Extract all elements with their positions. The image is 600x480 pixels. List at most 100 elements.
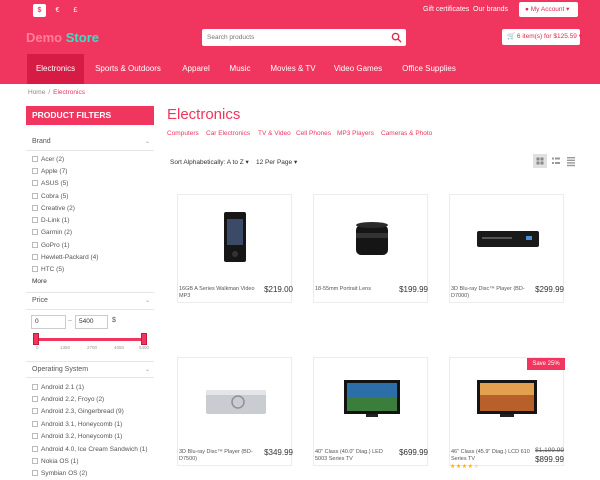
brand-checkbox[interactable]: D-Link (1): [32, 217, 70, 224]
chevron-down-icon[interactable]: ⌄: [145, 297, 150, 304]
breadcrumb: Home / Electronics: [28, 89, 85, 96]
breadcrumb-home[interactable]: Home: [28, 89, 45, 96]
brand-checkbox[interactable]: GoPro (1): [32, 242, 70, 249]
more-brands-link[interactable]: More: [32, 278, 47, 285]
brand-checkbox[interactable]: HTC (5): [32, 266, 64, 273]
os-checkbox[interactable]: Android 4.0, Ice Cream Sandwich (1): [32, 446, 148, 453]
nav-video-games[interactable]: Video Games: [328, 54, 388, 84]
currency-usd[interactable]: $: [33, 4, 46, 17]
logo-part2: Store: [65, 30, 99, 45]
currency-eur[interactable]: €: [51, 4, 64, 17]
price-max-input[interactable]: 5400: [75, 315, 108, 329]
breadcrumb-current: Electronics: [53, 89, 85, 96]
price-min-input[interactable]: 0: [31, 315, 66, 329]
os-checkbox[interactable]: Android 2.3, Gingerbread (9): [32, 408, 124, 415]
price-currency: $: [112, 317, 116, 324]
account-dropdown[interactable]: ● My Account ▾: [519, 2, 578, 17]
nav-music[interactable]: Music: [224, 54, 256, 84]
chevron-down-icon: ▾: [578, 33, 582, 40]
slider-tick: 1350: [60, 345, 71, 350]
brand-checkbox[interactable]: Apple (7): [32, 168, 67, 175]
os-checkbox[interactable]: Symbian OS (2): [32, 470, 87, 477]
os-checkbox[interactable]: Android 2.2, Froyo (2): [32, 396, 104, 403]
caret-down-icon: ▾: [245, 159, 249, 166]
subcategory-cameras-photo[interactable]: Cameras & Photo: [381, 130, 432, 137]
per-page-dropdown[interactable]: 12 Per Page ▾: [256, 158, 297, 166]
os-checkbox[interactable]: Android 3.1, Honeycomb (1): [32, 421, 122, 428]
cart-button[interactable]: 🛒 6 item(s) for $125.59 ▾: [502, 29, 582, 45]
brand-filter-title[interactable]: Brand: [32, 138, 51, 145]
nav-electronics[interactable]: Electronics: [27, 54, 84, 84]
search-icon[interactable]: [391, 32, 402, 43]
nav-movies-tv[interactable]: Movies & TV: [265, 54, 321, 84]
product-price: $349.99: [264, 448, 293, 457]
divider: [26, 150, 154, 151]
category-nav: Electronics Sports & Outdoors Apparel Mu…: [0, 54, 600, 84]
brand-checkbox[interactable]: Creative (2): [32, 205, 75, 212]
price-filter-title[interactable]: Price: [32, 297, 48, 304]
user-icon: ●: [525, 6, 529, 13]
brand-checkbox[interactable]: Cobra (5): [32, 193, 68, 200]
currency-gbp[interactable]: £: [69, 4, 82, 17]
price-dash: –: [68, 317, 72, 324]
nav-apparel[interactable]: Apparel: [176, 54, 216, 84]
subcategory-mp3-players[interactable]: MP3 Players: [337, 130, 374, 137]
grid-view-icon[interactable]: [533, 154, 547, 168]
product-old-price: $1,199.99: [535, 447, 564, 454]
page-title: Electronics: [167, 106, 241, 123]
sort-label: Sort Alphabetically: A to Z: [170, 159, 244, 166]
os-checkbox[interactable]: Android 2.1 (1): [32, 384, 84, 391]
nav-office-supplies[interactable]: Office Supplies: [396, 54, 462, 84]
per-page-label: 12 Per Page: [256, 159, 293, 166]
brand-checkbox[interactable]: Acer (2): [32, 156, 64, 163]
nav-sports-outdoors[interactable]: Sports & Outdoors: [90, 54, 166, 84]
chevron-down-icon[interactable]: ⌄: [145, 366, 150, 373]
os-filter-title[interactable]: Operating System: [32, 366, 88, 373]
our-brands-link[interactable]: Our brands: [473, 6, 508, 13]
product-price: $899.99: [535, 455, 564, 464]
price-slider-track[interactable]: [36, 338, 145, 341]
breadcrumb-separator: /: [48, 89, 51, 96]
chevron-down-icon: ▾: [566, 6, 570, 13]
product-image-lens[interactable]: [352, 219, 392, 259]
subcategory-computers[interactable]: Computers: [167, 130, 199, 137]
price-slider-min-handle[interactable]: [33, 333, 39, 345]
slider-tick: 5400: [139, 345, 150, 350]
divider: [26, 292, 154, 293]
sort-dropdown[interactable]: Sort Alphabetically: A to Z ▾: [170, 158, 249, 166]
divider: [26, 361, 154, 362]
filters-title: PRODUCT FILTERS: [26, 106, 154, 125]
cart-summary: 6 item(s) for $125.59: [516, 33, 577, 40]
divider: [26, 309, 154, 310]
product-image-led-tv[interactable]: [342, 378, 402, 422]
star-empty-icon: ★: [473, 464, 480, 470]
brand-checkbox[interactable]: Hewlett-Packard (4): [32, 254, 98, 261]
caret-down-icon: ▾: [293, 159, 298, 166]
os-checkbox[interactable]: Android 3.2, Honeycomb (1): [32, 433, 122, 440]
brand-checkbox[interactable]: Garmin (2): [32, 229, 72, 236]
rating-stars: ★★★★★: [450, 463, 479, 470]
brand-checkbox[interactable]: ASUS (5): [32, 180, 68, 187]
discount-badge: Save 25%: [527, 358, 565, 370]
subcategory-car-electronics[interactable]: Car Electronics: [206, 130, 250, 137]
subcategory-cell-phones[interactable]: Cell Phones: [296, 130, 331, 137]
os-checkbox[interactable]: Nokia OS (1): [32, 458, 79, 465]
chevron-down-icon[interactable]: ⌄: [145, 138, 150, 145]
product-price: $199.99: [399, 285, 428, 294]
store-logo[interactable]: Demo Store: [26, 30, 99, 45]
product-price: $699.99: [399, 448, 428, 457]
account-label: My Account: [530, 6, 565, 13]
product-image-bluray-player[interactable]: [476, 229, 540, 251]
search-input[interactable]: [202, 29, 382, 46]
gift-certificates-link[interactable]: Gift certificates: [423, 6, 469, 13]
subcategory-tv-video[interactable]: TV & Video: [258, 130, 291, 137]
cart-icon: 🛒: [507, 33, 516, 40]
product-image-walkman[interactable]: [222, 211, 248, 263]
product-image-bluray-player-silver[interactable]: [204, 384, 268, 420]
list-view-icon[interactable]: [549, 154, 563, 168]
logo-part1: Demo: [26, 30, 63, 45]
slider-tick: 4050: [114, 345, 125, 350]
price-slider-max-handle[interactable]: [141, 333, 147, 345]
compact-list-icon[interactable]: [564, 154, 578, 168]
product-image-lcd-tv[interactable]: [476, 378, 538, 422]
